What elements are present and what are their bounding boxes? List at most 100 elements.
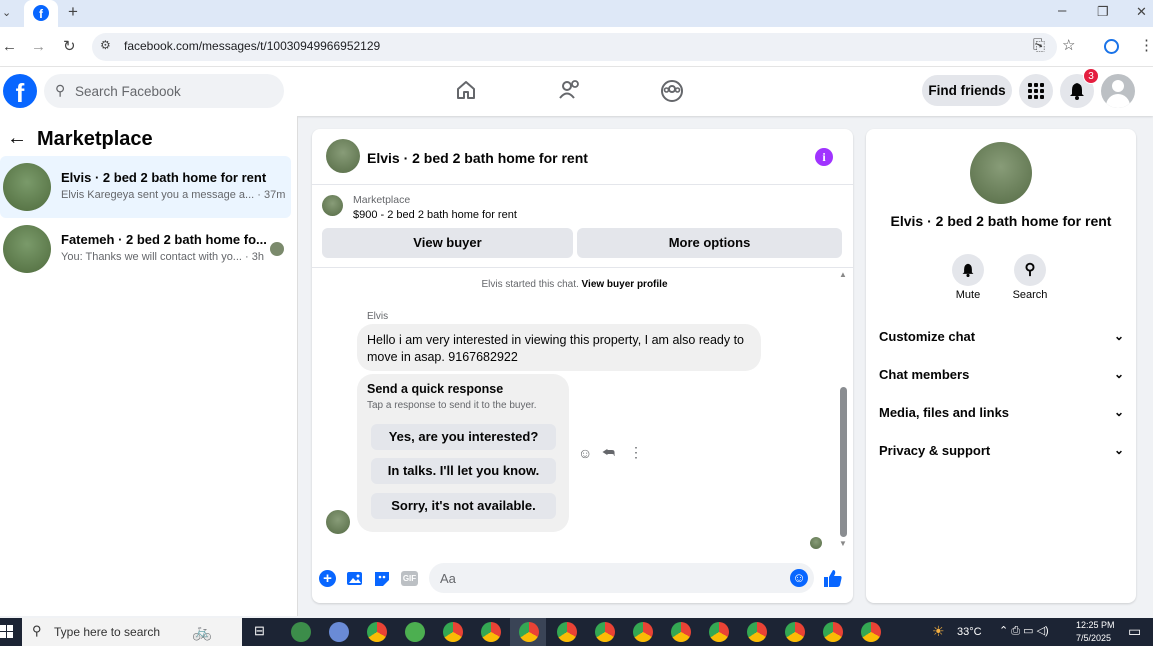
find-friends-button[interactable]: Find friends xyxy=(922,75,1012,106)
incoming-message-bubble[interactable]: Hello i am very interested in viewing th… xyxy=(357,324,761,371)
privacy-support-section[interactable]: Privacy & support ⌄ xyxy=(879,443,1124,458)
quick-response-button[interactable]: Yes, are you interested? xyxy=(371,424,556,450)
conversation-item[interactable]: Elvis · 2 bed 2 bath home for rent Elvis… xyxy=(0,156,291,218)
chrome-icon[interactable] xyxy=(861,622,881,642)
quick-response-button[interactable]: Sorry, it's not available. xyxy=(371,493,556,519)
more-dots-icon[interactable]: ⋮ xyxy=(629,444,643,461)
view-buyer-profile-link[interactable]: View buyer profile xyxy=(582,279,668,290)
gif-icon[interactable]: GIF xyxy=(401,571,418,586)
search-input[interactable]: ⚲ Search Facebook xyxy=(44,74,284,108)
profile-icon[interactable] xyxy=(1104,39,1119,54)
forward-arrow-icon[interactable]: → xyxy=(31,39,46,55)
chrome-icon[interactable] xyxy=(785,622,805,642)
scroll-down-arrow-icon[interactable]: ▼ xyxy=(839,539,847,548)
section-label: Media, files and links xyxy=(879,405,1010,420)
site-settings-icon[interactable]: ⚙ xyxy=(100,38,111,52)
photo-icon[interactable] xyxy=(346,570,364,587)
reply-arrow-icon[interactable]: ⮪ xyxy=(602,444,615,461)
bookmark-star-icon[interactable]: ☆ xyxy=(1062,38,1075,54)
chrome-icon[interactable] xyxy=(823,622,843,642)
quick-response-subtitle: Tap a response to send it to the buyer. xyxy=(367,400,537,411)
taskbar-app-icon[interactable] xyxy=(291,622,311,642)
chevron-down-icon: ⌄ xyxy=(1113,405,1124,419)
panel-title: Marketplace xyxy=(37,128,153,150)
groups-icon[interactable] xyxy=(660,79,684,103)
sticker-icon[interactable] xyxy=(373,570,391,587)
customize-chat-section[interactable]: Customize chat ⌄ xyxy=(879,329,1124,344)
install-app-icon[interactable]: ⎘ xyxy=(1033,38,1045,54)
taskbar-search-input[interactable]: ⚲ Type here to search 🚲 xyxy=(22,618,242,646)
quick-response-button[interactable]: In talks. I'll let you know. xyxy=(371,458,556,484)
chrome-icon[interactable] xyxy=(519,622,539,642)
facebook-logo-icon[interactable]: f xyxy=(3,74,37,108)
search-conversation-button[interactable]: ⚲ xyxy=(1014,254,1046,286)
emoji-icon[interactable]: ☺ xyxy=(790,569,808,587)
conversation-item[interactable]: Fatemeh · 2 bed 2 bath home fo... You: T… xyxy=(0,218,291,280)
chat-title[interactable]: Elvis · 2 bed 2 bath home for rent xyxy=(367,150,588,166)
chrome-icon[interactable] xyxy=(633,622,653,642)
account-avatar[interactable] xyxy=(1101,74,1135,108)
weather-icon[interactable]: ☀ xyxy=(932,623,945,640)
avatar-head xyxy=(1112,80,1124,92)
listing-detail: $900 - 2 bed 2 bath home for rent xyxy=(353,209,517,221)
url-text[interactable]: facebook.com/messages/t/1003094996695212… xyxy=(124,39,380,53)
chrome-icon[interactable] xyxy=(747,622,767,642)
browser-tabstrip: ⌄ f + – ❐ ✕ xyxy=(0,0,1153,27)
back-arrow-icon[interactable]: ← xyxy=(2,39,17,55)
friends-icon[interactable] xyxy=(558,79,582,101)
home-icon[interactable] xyxy=(455,79,477,101)
scrollbar-thumb[interactable] xyxy=(840,387,847,537)
listing-thumbnail xyxy=(322,195,343,216)
bell-icon xyxy=(1070,83,1084,100)
more-options-button[interactable]: More options xyxy=(577,228,842,258)
search-icon: ⚲ xyxy=(55,82,66,98)
chrome-icon[interactable] xyxy=(443,622,463,642)
task-view-icon[interactable]: ⊟ xyxy=(254,623,265,639)
view-buyer-button[interactable]: View buyer xyxy=(322,228,573,258)
restore-button[interactable]: ❐ xyxy=(1097,4,1109,20)
section-label: Customize chat xyxy=(879,329,976,344)
chrome-icon[interactable] xyxy=(671,622,691,642)
seen-avatar xyxy=(270,242,284,256)
clock-date[interactable]: 7/5/2025 xyxy=(1076,633,1111,643)
search-icon: ⚲ xyxy=(32,623,42,638)
started-text: Elvis started this chat. xyxy=(481,279,579,290)
chat-avatar[interactable] xyxy=(326,139,360,173)
taskbar-app-icon[interactable] xyxy=(405,622,425,642)
taskbar-app-icon[interactable] xyxy=(329,622,349,642)
media-files-section[interactable]: Media, files and links ⌄ xyxy=(879,405,1124,420)
temperature[interactable]: 33°C xyxy=(957,626,982,638)
browser-tab[interactable]: f xyxy=(24,0,58,27)
tab-list-chevron-icon[interactable]: ⌄ xyxy=(2,5,11,21)
menu-grid-button[interactable] xyxy=(1019,74,1053,108)
minimize-button[interactable]: – xyxy=(1058,3,1066,19)
chrome-icon[interactable] xyxy=(557,622,577,642)
notification-center-icon[interactable]: ▭ xyxy=(1128,623,1141,640)
read-receipt-avatar xyxy=(810,537,822,549)
system-tray-icons[interactable]: ⌃ ⎙ ▭ ◁) xyxy=(999,624,1049,638)
chrome-icon[interactable] xyxy=(367,622,387,642)
chat-details-panel: Elvis · 2 bed 2 bath home for rent Mute … xyxy=(866,129,1136,603)
chrome-icon[interactable] xyxy=(481,622,501,642)
thumbs-up-icon[interactable] xyxy=(823,568,843,588)
plus-icon[interactable]: + xyxy=(319,570,336,587)
reload-icon[interactable]: ↻ xyxy=(63,39,76,55)
section-label: Chat members xyxy=(879,367,970,382)
clock-time[interactable]: 12:25 PM xyxy=(1076,620,1115,630)
menu-dots-icon[interactable]: ⋮ xyxy=(1139,38,1153,54)
mute-button[interactable] xyxy=(952,254,984,286)
windows-start-icon[interactable] xyxy=(0,625,14,639)
react-emoji-icon[interactable]: ☺ xyxy=(578,445,592,461)
info-icon[interactable]: i xyxy=(815,148,833,166)
close-window-button[interactable]: ✕ xyxy=(1136,4,1147,20)
message-input[interactable]: Aa ☺ xyxy=(429,563,814,593)
new-tab-button[interactable]: + xyxy=(68,3,78,20)
scroll-up-arrow-icon[interactable]: ▲ xyxy=(839,270,847,279)
grid-icon xyxy=(1028,83,1044,99)
chat-members-section[interactable]: Chat members ⌄ xyxy=(879,367,1124,382)
chrome-icon[interactable] xyxy=(709,622,729,642)
listing-avatar xyxy=(970,142,1032,204)
back-arrow-icon[interactable]: ← xyxy=(7,127,27,150)
search-placeholder: Search Facebook xyxy=(75,84,181,99)
chrome-icon[interactable] xyxy=(595,622,615,642)
